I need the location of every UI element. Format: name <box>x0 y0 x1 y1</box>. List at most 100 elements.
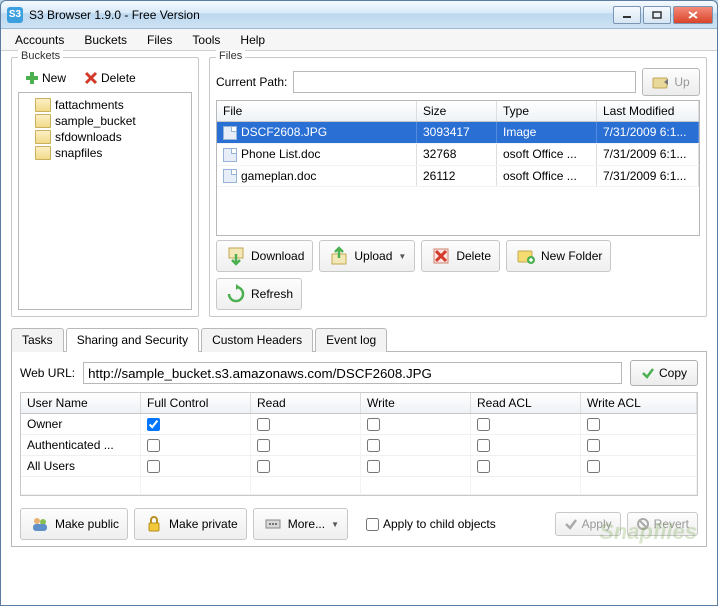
more-button[interactable]: More... ▼ <box>253 508 348 540</box>
perm-writeacl-checkbox[interactable] <box>587 460 600 473</box>
file-row[interactable]: DSCF2608.JPG 3093417 Image 7/31/2009 6:1… <box>217 122 699 144</box>
new-folder-button[interactable]: New Folder <box>506 240 611 272</box>
file-icon <box>223 169 237 183</box>
col-type[interactable]: Type <box>497 101 597 121</box>
download-icon <box>225 245 247 267</box>
new-folder-icon <box>515 245 537 267</box>
maximize-button[interactable] <box>643 6 671 24</box>
upload-icon <box>328 245 350 267</box>
col-modified[interactable]: Last Modified <box>597 101 699 121</box>
folder-icon <box>35 130 51 144</box>
col-full-control[interactable]: Full Control <box>141 393 251 413</box>
apply-icon <box>564 517 578 531</box>
plus-icon <box>25 71 39 85</box>
close-button[interactable] <box>673 6 713 24</box>
up-button[interactable]: Up <box>642 68 700 96</box>
menu-files[interactable]: Files <box>139 31 180 49</box>
perm-user: Authenticated ... <box>21 435 141 455</box>
perm-fc-checkbox[interactable] <box>147 418 160 431</box>
refresh-button[interactable]: Refresh <box>216 278 302 310</box>
delete-bucket-button[interactable]: Delete <box>77 68 143 88</box>
col-write-acl[interactable]: Write ACL <box>581 393 697 413</box>
copy-button[interactable]: Copy <box>630 360 698 386</box>
file-row[interactable]: gameplan.doc 26112 osoft Office ... 7/31… <box>217 166 699 188</box>
perm-row-empty <box>21 477 697 495</box>
bucket-item-label: snapfiles <box>55 146 102 160</box>
col-read-acl[interactable]: Read ACL <box>471 393 581 413</box>
delete-bucket-label: Delete <box>101 71 136 85</box>
tab-event-log[interactable]: Event log <box>315 328 387 352</box>
menu-help[interactable]: Help <box>232 31 273 49</box>
make-private-button[interactable]: Make private <box>134 508 247 540</box>
perm-row: Owner <box>21 414 697 435</box>
tabs-panel: Tasks Sharing and Security Custom Header… <box>11 327 707 547</box>
sharing-tab-content: Web URL: Copy User Name Full Control Rea… <box>11 352 707 547</box>
copy-label: Copy <box>659 366 687 380</box>
folder-up-icon <box>652 74 670 90</box>
col-size[interactable]: Size <box>417 101 497 121</box>
perm-read-checkbox[interactable] <box>257 460 270 473</box>
revert-button[interactable]: Revert <box>627 512 698 536</box>
maximize-icon <box>652 11 662 19</box>
web-url-label: Web URL: <box>20 366 75 380</box>
perm-writeacl-checkbox[interactable] <box>587 418 600 431</box>
col-read[interactable]: Read <box>251 393 361 413</box>
minimize-button[interactable] <box>613 6 641 24</box>
tab-tasks[interactable]: Tasks <box>11 328 64 352</box>
col-username[interactable]: User Name <box>21 393 141 413</box>
perm-write-checkbox[interactable] <box>367 439 380 452</box>
lock-icon <box>143 513 165 535</box>
tab-custom-headers[interactable]: Custom Headers <box>201 328 313 352</box>
bucket-item[interactable]: sample_bucket <box>21 113 189 129</box>
bucket-item[interactable]: sfdownloads <box>21 129 189 145</box>
menu-buckets[interactable]: Buckets <box>76 31 135 49</box>
perm-write-checkbox[interactable] <box>367 418 380 431</box>
make-public-button[interactable]: Make public <box>20 508 128 540</box>
new-bucket-button[interactable]: New <box>18 68 73 88</box>
file-size: 3093417 <box>417 122 497 143</box>
perm-fc-checkbox[interactable] <box>147 439 160 452</box>
menu-tools[interactable]: Tools <box>184 31 228 49</box>
perm-readacl-checkbox[interactable] <box>477 460 490 473</box>
more-icon <box>262 513 284 535</box>
window-title: S3 Browser 1.9.0 - Free Version <box>29 8 613 22</box>
perm-read-checkbox[interactable] <box>257 439 270 452</box>
perm-read-checkbox[interactable] <box>257 418 270 431</box>
current-path-input[interactable] <box>293 71 636 93</box>
perm-fc-checkbox[interactable] <box>147 460 160 473</box>
delete-file-button[interactable]: Delete <box>421 240 500 272</box>
perm-writeacl-checkbox[interactable] <box>587 439 600 452</box>
bucket-tree[interactable]: fattachments sample_bucket sfdownloads s… <box>18 92 192 310</box>
col-file[interactable]: File <box>217 101 417 121</box>
file-name: Phone List.doc <box>241 147 320 161</box>
col-write[interactable]: Write <box>361 393 471 413</box>
perm-user: Owner <box>21 414 141 434</box>
perm-readacl-checkbox[interactable] <box>477 439 490 452</box>
apply-child-checkbox-wrapper[interactable]: Apply to child objects <box>366 517 496 531</box>
menubar: Accounts Buckets Files Tools Help <box>1 29 717 51</box>
web-url-input[interactable] <box>83 362 622 384</box>
apply-child-label: Apply to child objects <box>383 517 496 531</box>
perm-write-checkbox[interactable] <box>367 460 380 473</box>
refresh-icon <box>225 283 247 305</box>
download-button[interactable]: Download <box>216 240 313 272</box>
bucket-item[interactable]: fattachments <box>21 97 189 113</box>
new-bucket-label: New <box>42 71 66 85</box>
file-modified: 7/31/2009 6:1... <box>597 166 699 187</box>
tab-sharing[interactable]: Sharing and Security <box>66 328 199 352</box>
file-type: Image <box>497 122 597 143</box>
perm-user: All Users <box>21 456 141 476</box>
perm-readacl-checkbox[interactable] <box>477 418 490 431</box>
bucket-item[interactable]: snapfiles <box>21 145 189 161</box>
file-modified: 7/31/2009 6:1... <box>597 122 699 143</box>
menu-accounts[interactable]: Accounts <box>7 31 72 49</box>
refresh-label: Refresh <box>251 287 293 301</box>
upload-button[interactable]: Upload ▼ <box>319 240 415 272</box>
file-table: File Size Type Last Modified DSCF2608.JP… <box>216 100 700 236</box>
file-row[interactable]: Phone List.doc 32768 osoft Office ... 7/… <box>217 144 699 166</box>
apply-child-checkbox[interactable] <box>366 518 379 531</box>
check-icon <box>641 366 655 380</box>
new-folder-label: New Folder <box>541 249 602 263</box>
perm-row: Authenticated ... <box>21 435 697 456</box>
apply-button[interactable]: Apply <box>555 512 621 536</box>
